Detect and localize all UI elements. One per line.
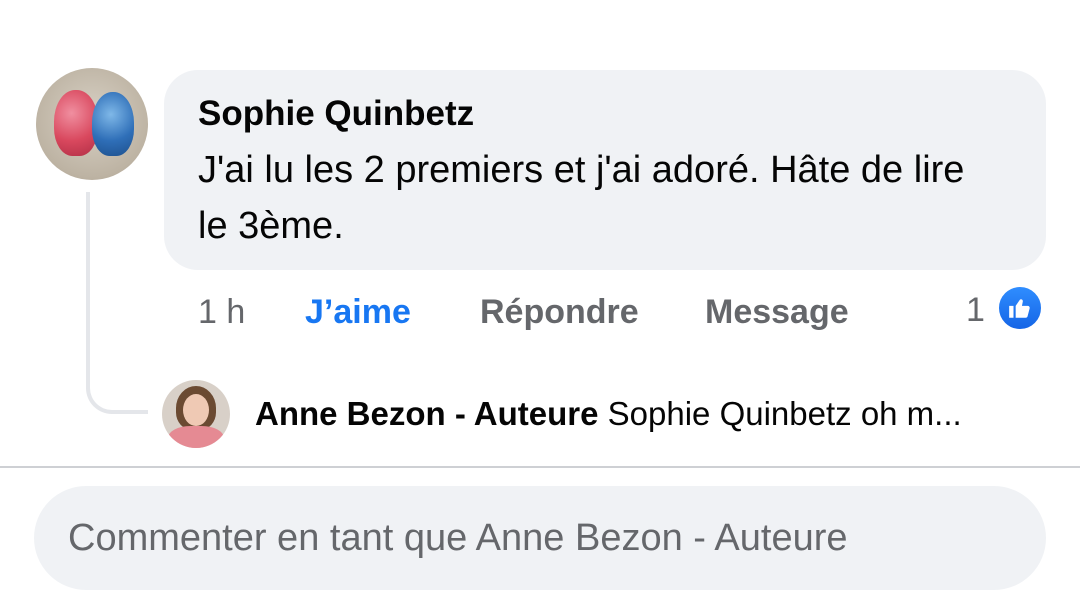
reply-preview[interactable]: Anne Bezon - Auteure Sophie Quinbetz oh … [255,392,1045,436]
comment-author-name[interactable]: Sophie Quinbetz [198,92,1012,136]
like-button[interactable]: J’aime [305,290,411,334]
thumbs-up-icon[interactable] [996,284,1044,332]
reply-button[interactable]: Répondre [480,290,639,334]
divider [0,466,1080,468]
comment-bubble: Sophie Quinbetz J'ai lu les 2 premiers e… [164,70,1046,270]
reaction-count[interactable]: 1 [966,288,985,332]
avatar-anne[interactable] [162,380,230,448]
message-button[interactable]: Message [705,290,849,334]
reply-text-preview: Sophie Quinbetz oh m... [607,395,962,432]
reply-author-name[interactable]: Anne Bezon - Auteure [255,395,598,432]
comment-text: J'ai lu les 2 premiers et j'ai adoré. Hâ… [198,149,965,247]
comment-timestamp[interactable]: 1 h [198,290,245,334]
comment-input-placeholder: Commenter en tant que Anne Bezon - Auteu… [68,516,848,559]
comment-input[interactable]: Commenter en tant que Anne Bezon - Auteu… [34,486,1046,590]
thread-connector-line [86,192,148,414]
avatar-sophie[interactable] [36,68,148,180]
